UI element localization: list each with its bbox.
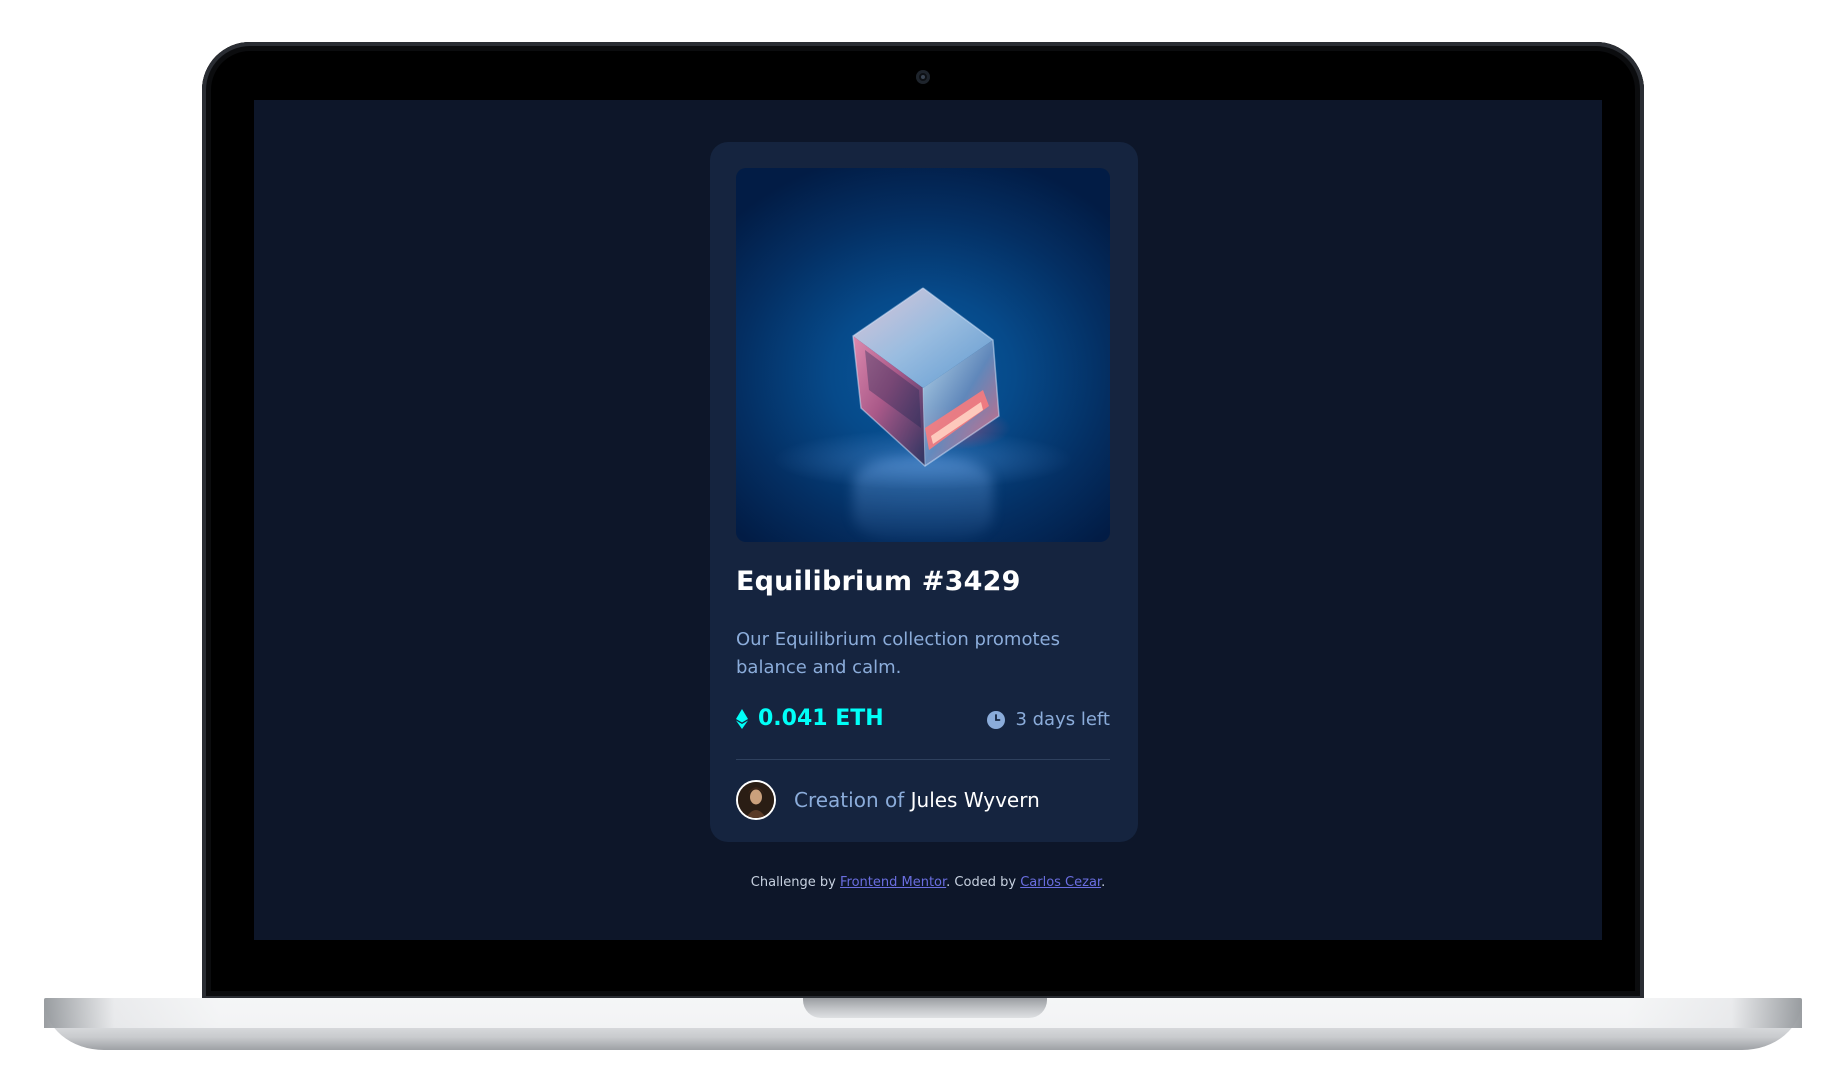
footer-prefix: Challenge by (750, 875, 840, 890)
laptop-hinge-notch (803, 998, 1047, 1018)
price-value: 0.041 ETH (758, 706, 884, 731)
author-link[interactable]: Carlos Cezar (1020, 875, 1101, 890)
attribution-footer: Challenge by Frontend Mentor. Coded by C… (254, 875, 1602, 890)
divider (736, 759, 1110, 760)
nft-artwork[interactable] (736, 168, 1110, 542)
nft-title[interactable]: Equilibrium #3429 (736, 566, 1021, 597)
creator-credit: Creation of Jules Wyvern (794, 788, 1040, 812)
nft-card: Equilibrium #3429 Our Equilibrium collec… (710, 142, 1138, 842)
clock-icon (987, 710, 1006, 729)
price: 0.041 ETH (736, 706, 884, 731)
creator-row: Creation of Jules Wyvern (736, 780, 1040, 820)
avatar-portrait (738, 782, 774, 818)
nft-description: Our Equilibrium collection promotes bala… (736, 629, 1060, 678)
time-left: 3 days left (987, 709, 1110, 730)
crystal-cube-image (852, 287, 1011, 467)
laptop-mockup: Equilibrium #3429 Our Equilibrium collec… (0, 0, 1846, 1092)
frontend-mentor-link[interactable]: Frontend Mentor (840, 875, 946, 890)
creator-name-link[interactable]: Jules Wyvern (911, 788, 1040, 812)
webcam (916, 70, 930, 84)
creator-prefix: Creation of (794, 788, 911, 812)
ethereum-icon (736, 708, 748, 729)
price-row: 0.041 ETH 3 days left (736, 706, 1110, 736)
browser-viewport: Equilibrium #3429 Our Equilibrium collec… (254, 100, 1602, 940)
footer-suffix: . (1101, 875, 1106, 890)
time-left-text: 3 days left (1015, 709, 1110, 730)
footer-middle: . Coded by (946, 875, 1021, 890)
avatar (736, 780, 776, 820)
